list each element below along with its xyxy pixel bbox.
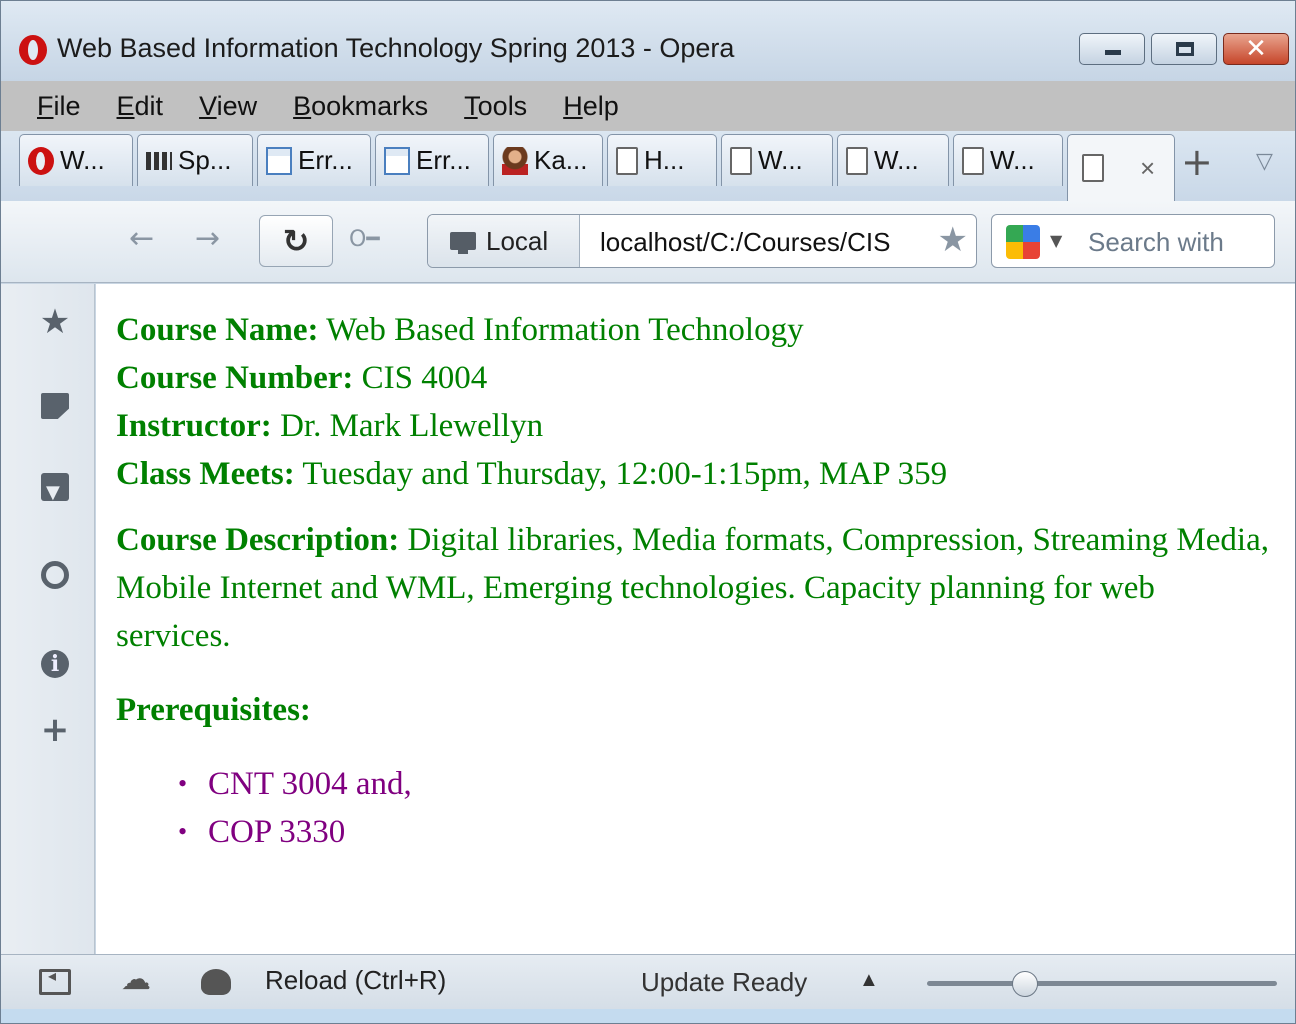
tab-ka[interactable]: Ka... [493, 134, 603, 186]
opera-icon [28, 146, 54, 175]
close-window-button[interactable]: ✕ [1223, 33, 1289, 65]
tab-w-2[interactable]: W... [837, 134, 949, 186]
status-bar: ☁ Reload (Ctrl+R) Update Ready ▲ [1, 954, 1295, 1009]
bookmark-star-icon[interactable]: ★ [938, 223, 968, 257]
menu-help[interactable]: Help [563, 91, 619, 122]
update-caret-icon[interactable]: ▲ [859, 969, 879, 992]
new-tab-button[interactable]: + [1181, 143, 1213, 181]
opera-unite-cloud-icon[interactable]: ☁ [121, 965, 151, 995]
window-bottom-edge [1, 1009, 1295, 1023]
menu-bookmarks[interactable]: Bookmarks [293, 91, 428, 122]
window-title: Web Based Information Technology Spring … [57, 33, 735, 63]
document-icon [1082, 154, 1104, 182]
zoom-slider[interactable] [927, 971, 1277, 997]
update-ready-link[interactable]: Update Ready [641, 967, 807, 998]
document-icon [962, 146, 984, 175]
forward-arrow-icon[interactable]: → [195, 221, 220, 256]
dropdown-caret-icon[interactable]: ▼ [1050, 231, 1062, 250]
tab-menu-chevron-icon[interactable]: ▽ [1256, 149, 1273, 174]
back-arrow-icon[interactable]: ← [129, 221, 154, 256]
title-bar[interactable]: Web Based Information Technology Spring … [1, 1, 1295, 81]
address-toolbar: ← → ↻ O━ Local localhost/C:/Courses/CIS … [1, 201, 1295, 283]
page-error-icon [384, 146, 410, 175]
address-field[interactable]: Local localhost/C:/Courses/CIS ★ [427, 214, 977, 268]
page-content: Course Name: Web Based Information Techn… [96, 284, 1295, 954]
minimize-icon [1105, 50, 1121, 55]
menu-file[interactable]: File [37, 91, 81, 122]
instructor-line: Instructor: Dr. Mark Llewellyn [116, 408, 544, 444]
info-icon[interactable]: i [35, 640, 75, 680]
close-icon: ✕ [1245, 34, 1267, 64]
search-placeholder[interactable]: Search with [1088, 227, 1224, 258]
prerequisites-list: CNT 3004 and, COP 3330 [116, 760, 1275, 856]
list-item: CNT 3004 and, [178, 760, 1275, 808]
document-icon [846, 146, 868, 175]
person-icon [502, 146, 528, 175]
panel-toggle-icon[interactable] [39, 966, 71, 995]
zoom-slider-track[interactable] [927, 981, 1277, 986]
tab-active[interactable]: × [1067, 134, 1175, 201]
local-badge[interactable]: Local [428, 215, 580, 267]
tab-error-2[interactable]: Err... [375, 134, 489, 186]
history-clock-icon[interactable] [35, 558, 75, 598]
browser-window: Web Based Information Technology Spring … [0, 0, 1296, 1024]
tab-w-3[interactable]: W... [953, 134, 1063, 186]
sidebar: ★ i + [1, 284, 95, 954]
list-item: COP 3330 [178, 808, 1275, 856]
url-text[interactable]: localhost/C:/Courses/CIS [600, 227, 890, 258]
zoom-slider-thumb[interactable] [1012, 971, 1038, 997]
reload-hint: Reload (Ctrl+R) [265, 965, 447, 995]
page-error-icon [266, 146, 292, 175]
tab-h[interactable]: H... [607, 134, 717, 186]
google-icon[interactable] [1006, 225, 1040, 259]
menu-bar: File Edit View Bookmarks Tools Help [1, 81, 1295, 131]
tab-error-1[interactable]: Err... [257, 134, 371, 186]
tab-w-1[interactable]: W... [721, 134, 833, 186]
maximize-button[interactable] [1151, 33, 1217, 65]
minimize-button[interactable] [1079, 33, 1145, 65]
tab-speed-dial[interactable]: Sp... [137, 134, 253, 186]
notes-icon[interactable] [35, 388, 75, 428]
search-field[interactable]: ▼ Search with [991, 214, 1275, 268]
add-panel-icon[interactable]: + [35, 710, 75, 750]
course-description: Course Description: Digital libraries, M… [116, 522, 1269, 654]
prerequisites-heading: Prerequisites: [116, 692, 311, 728]
tab-bar: W... Sp... Err... Err... Ka... H... W...… [1, 131, 1295, 201]
course-number-line: Course Number: CIS 4004 [116, 360, 488, 396]
opera-logo-icon [19, 35, 47, 65]
bookmarks-star-icon[interactable]: ★ [35, 302, 75, 342]
document-icon [730, 146, 752, 175]
tab-opera[interactable]: W... [19, 134, 133, 186]
turbo-gauge-icon[interactable] [201, 969, 231, 995]
menu-tools[interactable]: Tools [464, 91, 527, 122]
reload-button[interactable]: ↻ [259, 215, 333, 267]
class-meets-line: Class Meets: Tuesday and Thursday, 12:00… [116, 456, 948, 492]
monitor-icon [450, 232, 476, 254]
course-name-line: Course Name: Web Based Information Techn… [116, 312, 804, 348]
maximize-icon [1176, 42, 1194, 56]
tab-close-icon[interactable]: × [1140, 153, 1155, 184]
document-icon [616, 146, 638, 175]
menu-view[interactable]: View [199, 91, 257, 122]
key-icon[interactable]: O━ [349, 227, 380, 252]
reload-icon: ↻ [282, 222, 310, 260]
speed-dial-icon [146, 151, 172, 170]
transfers-icon[interactable] [35, 470, 75, 513]
menu-edit[interactable]: Edit [117, 91, 164, 122]
